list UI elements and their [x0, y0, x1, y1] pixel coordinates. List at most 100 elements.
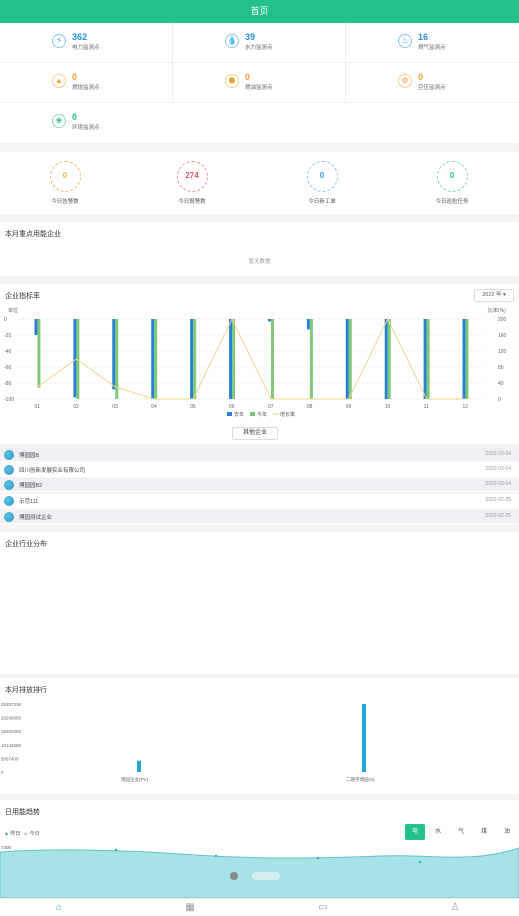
chevron-down-icon: ▾ — [503, 292, 506, 298]
x-tick-label: 02 — [73, 404, 79, 410]
legend-swatch — [250, 412, 255, 416]
daily-trend-chart: 73005846439229382800 — [0, 845, 519, 898]
legend-swatch — [227, 412, 232, 416]
x-tick-label: 08 — [307, 404, 313, 410]
water-drop-icon: 💧 — [225, 34, 239, 48]
company-date: 2022-03-04 — [485, 451, 511, 457]
company-name: 博园园B — [19, 453, 40, 459]
stat-label: 空压监测点 — [418, 85, 446, 91]
bar-label: 博园企业(PV) — [121, 776, 149, 783]
grid-icon[interactable]: ▦ — [184, 902, 196, 914]
legend-today: 今日 — [29, 831, 40, 837]
stat-value: 0 — [72, 112, 78, 122]
industry-section: 企业行业分布 — [0, 532, 519, 674]
count-ring: 274 — [176, 161, 208, 192]
list-item[interactable]: 四川创新发展实业有限公司 2022-03-04 — [0, 463, 519, 477]
list-item[interactable]: 博园测试企业 2022-02-25 — [0, 510, 519, 524]
stat-gas[interactable]: ♨ 16 燃气监测点 — [346, 23, 519, 63]
bar-去年 — [190, 319, 194, 399]
legend-label: 增长率 — [280, 411, 295, 418]
today-warning-count[interactable]: 0 今日告警数 — [0, 152, 130, 214]
page-indicator-track[interactable] — [252, 872, 280, 880]
bar-今年 — [465, 319, 469, 399]
data-point — [418, 860, 422, 864]
bar-去年 — [112, 319, 116, 390]
stat-value: 362 — [72, 32, 88, 42]
today-summary-panel: 0 今日告警数 274 今日报警数 0 今日新工单 0 今日巡检任务 — [0, 152, 519, 214]
stat-combustion[interactable]: ▲ 0 燃烧监测点 — [0, 63, 173, 103]
legend-label: 今年 — [257, 411, 267, 418]
tab-gas[interactable]: 气 — [451, 824, 471, 840]
bar-今年 — [309, 319, 313, 399]
section-title: 企业指标率 — [5, 293, 40, 300]
y-axis-label-left: 单位 — [8, 307, 18, 314]
y-tick-right: 120 — [498, 349, 507, 355]
tab-coal[interactable]: 煤 — [474, 824, 494, 840]
company-logo-icon — [4, 450, 14, 460]
stat-label: 电力监测点 — [72, 45, 100, 51]
company-name: 四川创新发展实业有限公司 — [19, 468, 86, 474]
y-tick-right: 0 — [498, 397, 501, 403]
y-tick-left: -60 — [4, 365, 11, 371]
y-tick: 15202000 — [1, 729, 22, 734]
stat-air[interactable]: ⚙ 0 空压监测点 — [346, 63, 519, 103]
other-companies-button[interactable]: 其他企业 — [232, 427, 278, 440]
stat-value: 39 — [245, 32, 256, 42]
x-tick-label: 11 — [424, 404, 429, 410]
bar-今年 — [193, 319, 197, 399]
count-label: 今日新工单 — [308, 199, 336, 205]
bar-去年 — [384, 319, 388, 399]
message-icon[interactable]: ▭ — [317, 902, 329, 914]
bar-今年 — [348, 319, 352, 399]
section-title: 本月重点用能企业 — [5, 231, 61, 238]
count-ring: 0 — [306, 161, 338, 192]
bar-今年 — [154, 319, 158, 399]
stat-environment[interactable]: ❀ 0 环境监测点 — [0, 103, 173, 143]
y-tick-left: -20 — [4, 333, 11, 339]
bar-去年 — [462, 319, 466, 399]
stat-water[interactable]: 💧 39 水力监测点 — [173, 23, 346, 63]
company-logo-icon — [4, 496, 14, 506]
y-tick: 5067400 — [1, 756, 19, 761]
list-item[interactable]: 博园园B2 2022-03-04 — [0, 478, 519, 492]
count-ring: 0 — [49, 161, 81, 192]
data-point — [214, 854, 218, 858]
today-alarm-count[interactable]: 274 今日报警数 — [127, 152, 257, 214]
year-select[interactable]: 2022 年 ▾ — [474, 289, 514, 302]
company-date: 2022-03-04 — [485, 481, 511, 487]
list-item[interactable]: 示范111 2022-02-25 — [0, 494, 519, 508]
today-workorder-count[interactable]: 0 今日新工单 — [257, 152, 387, 214]
y-tick-right: 200 — [498, 317, 507, 323]
empty-state: 暂无数据 — [248, 259, 271, 265]
y-tick-left: 0 — [4, 317, 7, 323]
page-indicator-dot[interactable] — [230, 872, 238, 880]
stat-fuel[interactable]: ⬢ 0 燃油监测点 — [173, 63, 346, 103]
y-axis-label-right: 比率(%) — [488, 307, 506, 314]
fire-icon: ▲ — [52, 74, 66, 88]
y-tick: 25337336 — [1, 702, 22, 707]
leaf-icon: ❀ — [52, 114, 66, 128]
user-icon[interactable]: ♙ — [449, 902, 461, 914]
y-tick-left: -40 — [4, 349, 11, 355]
key-energy-section: 本月重点用能企业 暂无数据 — [0, 222, 519, 276]
tab-electric[interactable]: 电 — [405, 824, 425, 840]
emission-chart: 25337336 20269656 15202000 10134656 5067400 0… — [1, 702, 375, 783]
x-tick-label: 04 — [151, 404, 157, 410]
today-inspection-count[interactable]: 0 今日巡检任务 — [387, 152, 517, 214]
company-date: 2022-02-25 — [485, 513, 511, 519]
home-icon[interactable]: ⌂ — [53, 902, 65, 914]
stat-electric[interactable]: ⚡ 362 电力监测点 — [0, 23, 173, 63]
y-tick-right: 160 — [498, 333, 507, 339]
company-logo-icon — [4, 480, 14, 490]
list-item[interactable]: 博园园B 2022-03-04 — [0, 448, 519, 462]
emission-section: 本月排放排行 25337336 20269656 15202000 10134656 5… — [0, 678, 519, 794]
y-tick: 20269656 — [1, 716, 22, 721]
y-tick: 10134656 — [1, 743, 22, 748]
tab-oil[interactable]: 油 — [497, 824, 517, 840]
bar-今年 — [387, 319, 391, 399]
tab-water[interactable]: 水 — [428, 824, 448, 840]
emission-bar — [362, 704, 366, 772]
bar-去年 — [34, 319, 38, 335]
indicator-chart-section: 企业指标率 2022 年 ▾ 单位 比率(%) 0 -20 -40 -60 -80 -100 2… — [0, 284, 519, 444]
indicator-chart: 单位 比率(%) 0 -20 -40 -60 -80 -100 200 160 120 80 40 0 01… — [4, 307, 507, 418]
